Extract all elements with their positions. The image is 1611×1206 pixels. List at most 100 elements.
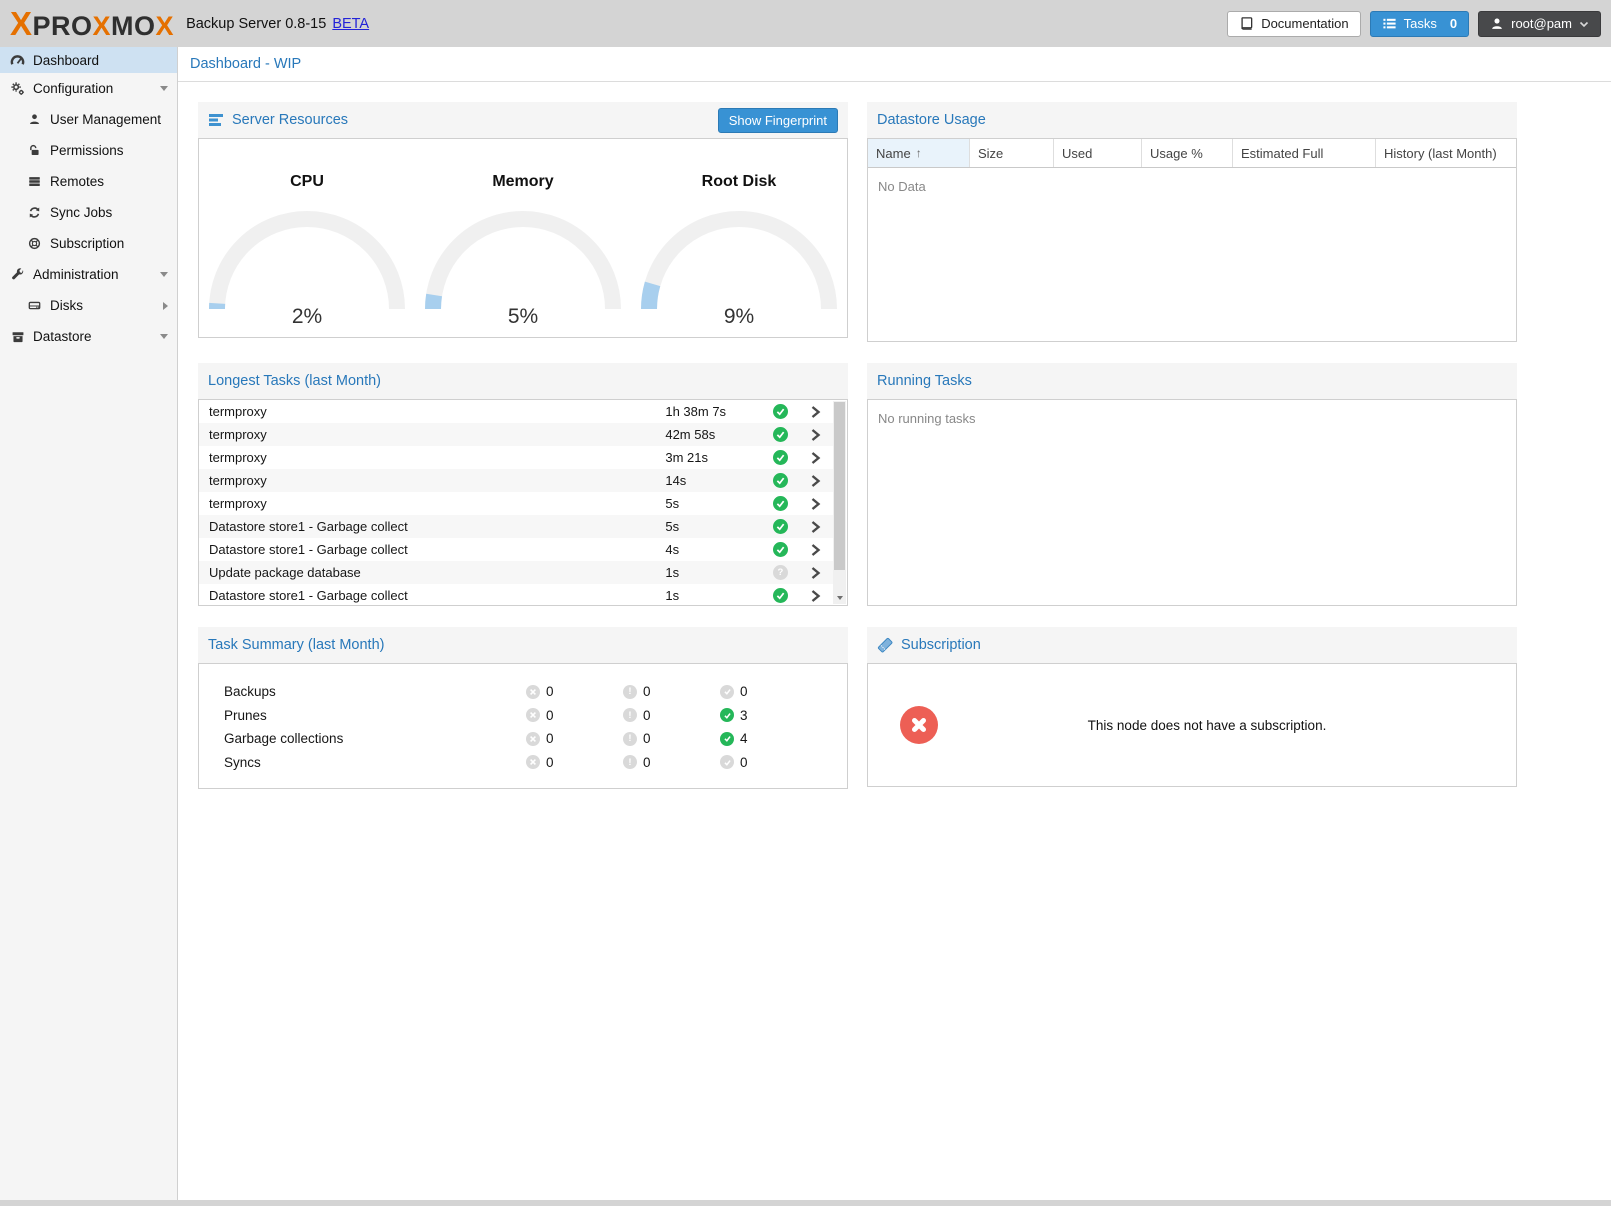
error-count: 0 xyxy=(546,755,554,770)
column-header-usage-pct[interactable]: Usage % xyxy=(1142,139,1233,167)
sidebar-item-configuration[interactable]: Configuration xyxy=(0,73,177,104)
sidebar-item-dashboard[interactable]: Dashboard xyxy=(0,47,177,73)
column-header-used[interactable]: Used xyxy=(1054,139,1142,167)
ok-count: 4 xyxy=(740,731,748,746)
chevron-right-icon[interactable] xyxy=(796,566,834,580)
chevron-down-icon[interactable] xyxy=(160,334,168,339)
status-ok-icon xyxy=(773,519,788,534)
chevron-right-icon[interactable] xyxy=(796,405,834,419)
chevron-down-icon[interactable] xyxy=(160,272,168,277)
task-row[interactable]: Datastore store1 - Garbage collect 5s xyxy=(199,515,834,538)
task-row[interactable]: termproxy 1h 38m 7s xyxy=(199,400,834,423)
sidebar-item-disks[interactable]: Disks xyxy=(0,290,177,321)
datastore-usage-panel: Datastore Usage Name ↑ Size Used Usage %… xyxy=(867,102,1517,342)
sidebar-item-label: Subscription xyxy=(50,236,124,251)
chevron-right-icon[interactable] xyxy=(796,589,834,603)
warning-count-icon: ! xyxy=(623,732,637,746)
product-version-label: Backup Server 0.8-15 xyxy=(186,16,326,32)
chevron-right-icon[interactable] xyxy=(796,520,834,534)
warning-count: 0 xyxy=(643,708,651,723)
status-ok-icon xyxy=(773,450,788,465)
user-label: root@pam xyxy=(1511,16,1572,31)
main-content: Dashboard - WIP Server Resources Show Fi… xyxy=(178,47,1611,1200)
task-row[interactable]: termproxy 5s xyxy=(199,492,834,515)
chevron-right-icon[interactable] xyxy=(796,497,834,511)
summary-label: Garbage collections xyxy=(199,731,526,746)
warning-count: 0 xyxy=(643,755,651,770)
task-duration: 5s xyxy=(665,496,764,511)
tasks-button[interactable]: Tasks 0 xyxy=(1370,11,1469,37)
sidebar-item-remotes[interactable]: Remotes xyxy=(0,166,177,197)
task-list-icon xyxy=(1382,16,1397,31)
panel-title: Running Tasks xyxy=(877,373,972,389)
beta-link[interactable]: BETA xyxy=(332,16,369,32)
status-unknown-icon: ? xyxy=(773,565,788,580)
task-duration: 4s xyxy=(665,542,764,557)
sidebar-item-label: User Management xyxy=(50,112,161,127)
summary-row-garbage-collections: Garbage collections 0 !0 4 xyxy=(199,727,847,751)
warning-count-icon: ! xyxy=(623,685,637,699)
chevron-right-icon[interactable] xyxy=(796,428,834,442)
scrollbar-thumb[interactable] xyxy=(834,402,845,570)
task-row[interactable]: termproxy 42m 58s xyxy=(199,423,834,446)
summary-row-backups: Backups 0 !0 0 xyxy=(199,680,847,704)
gauge-title: Root Disk xyxy=(634,173,844,191)
task-row[interactable]: Update package database 1s ? xyxy=(199,561,834,584)
proxmox-logo: XPROXMOX xyxy=(10,5,174,43)
wrench-icon xyxy=(9,268,26,282)
sidebar-item-user-management[interactable]: User Management xyxy=(0,104,177,135)
documentation-button[interactable]: Documentation xyxy=(1227,11,1360,37)
column-label: Size xyxy=(978,146,1003,161)
sidebar-item-subscription[interactable]: Subscription xyxy=(0,228,177,259)
error-count-icon xyxy=(526,685,540,699)
column-header-name[interactable]: Name ↑ xyxy=(868,139,970,167)
sidebar-item-label: Administration xyxy=(33,267,119,282)
server-resources-panel: Server Resources Show Fingerprint CPU 2% xyxy=(198,102,848,338)
task-row[interactable]: termproxy 3m 21s xyxy=(199,446,834,469)
gauge-value: 5% xyxy=(418,305,628,329)
task-name: termproxy xyxy=(209,450,665,465)
sidebar-item-administration[interactable]: Administration xyxy=(0,259,177,290)
tasks-count-badge: 0 xyxy=(1450,16,1457,31)
chevron-right-icon[interactable] xyxy=(796,451,834,465)
task-name: termproxy xyxy=(209,473,665,488)
gauge-value: 2% xyxy=(202,305,412,329)
sidebar-item-sync-jobs[interactable]: Sync Jobs xyxy=(0,197,177,228)
task-row[interactable]: termproxy 14s xyxy=(199,469,834,492)
hdd-icon xyxy=(26,299,43,312)
top-bar: XPROXMOX Backup Server 0.8-15 BETA Docum… xyxy=(0,0,1611,47)
logo-x-glyph: X xyxy=(10,5,33,43)
task-name: termproxy xyxy=(209,404,665,419)
column-header-size[interactable]: Size xyxy=(970,139,1054,167)
refresh-icon xyxy=(26,206,43,219)
sort-ascending-icon: ↑ xyxy=(916,146,922,160)
chevron-right-icon[interactable] xyxy=(796,543,834,557)
task-name: Update package database xyxy=(209,565,665,580)
panel-title: Server Resources xyxy=(232,112,348,128)
archive-icon xyxy=(9,330,26,344)
chevron-right-icon[interactable] xyxy=(163,302,168,310)
user-menu-button[interactable]: root@pam xyxy=(1478,11,1601,37)
column-header-estimated-full[interactable]: Estimated Full xyxy=(1233,139,1376,167)
gauge-value: 9% xyxy=(634,305,844,329)
task-row[interactable]: Datastore store1 - Garbage collect 4s xyxy=(199,538,834,561)
scroll-down-button[interactable] xyxy=(833,591,846,604)
task-row[interactable]: Datastore store1 - Garbage collect 1s xyxy=(199,584,834,606)
scrollbar[interactable] xyxy=(833,401,846,604)
status-ok-icon xyxy=(773,427,788,442)
logo-text: PRO xyxy=(33,11,93,42)
column-header-history[interactable]: History (last Month) xyxy=(1376,139,1516,167)
status-ok-icon xyxy=(773,473,788,488)
error-count-icon xyxy=(526,755,540,769)
column-label: History (last Month) xyxy=(1384,146,1497,161)
sidebar-item-permissions[interactable]: Permissions xyxy=(0,135,177,166)
sidebar-item-datastore[interactable]: Datastore xyxy=(0,321,177,352)
empty-state-text: No Data xyxy=(868,168,1516,205)
task-name: termproxy xyxy=(209,496,665,511)
show-fingerprint-button[interactable]: Show Fingerprint xyxy=(718,108,838,133)
chevron-down-icon[interactable] xyxy=(160,86,168,91)
error-count: 0 xyxy=(546,731,554,746)
cpu-gauge: CPU 2% xyxy=(202,159,412,337)
chevron-right-icon[interactable] xyxy=(796,474,834,488)
ok-count-icon xyxy=(720,708,734,722)
